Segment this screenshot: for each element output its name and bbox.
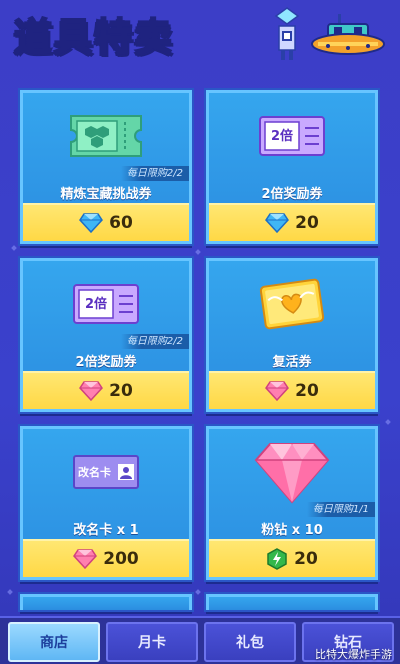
rename-card-icon: 改名卡 xyxy=(73,455,139,489)
item-name: 2倍奖励券 xyxy=(261,187,323,202)
shop-item-card[interactable]: 2倍 每日限购2/2 2倍奖励券 20 xyxy=(20,258,192,412)
user-icon xyxy=(118,464,134,480)
watermark: 比特大爆炸手游 xyxy=(315,648,392,661)
item-name: 粉钻 x 10 xyxy=(261,523,323,538)
rename-card-label: 改名卡 xyxy=(78,466,111,479)
item-name: 精炼宝藏挑战券 xyxy=(60,187,152,202)
item-name: 改名卡 x 1 xyxy=(73,523,139,538)
item-image xyxy=(209,437,375,507)
revive-ticket-icon xyxy=(259,278,325,330)
price-amount: 200 xyxy=(103,549,139,569)
blue-diamond-icon xyxy=(79,213,104,233)
double-ticket-label: 2倍 xyxy=(84,297,108,312)
purchase-limit-badge: 每日限购2/2 xyxy=(120,334,189,349)
price-button[interactable]: 60 xyxy=(23,203,189,241)
energy-icon xyxy=(267,548,287,570)
price-button[interactable]: 20 xyxy=(209,539,375,577)
ufo-decoration-icon xyxy=(311,14,385,55)
price-amount: 20 xyxy=(295,381,319,401)
double-ticket-label: 2倍 xyxy=(270,129,294,144)
double-ticket-icon: 2倍 xyxy=(73,284,139,324)
item-name: 2倍奖励券 xyxy=(75,355,137,370)
page-title: 道具特卖 xyxy=(13,14,175,60)
price-button[interactable]: 20 xyxy=(209,371,375,409)
price-button[interactable]: 20 xyxy=(209,203,375,241)
sparkle-decoration xyxy=(195,249,201,255)
robot-decoration-icon xyxy=(274,7,300,60)
sparkle-decoration xyxy=(7,589,13,595)
shop-item-card[interactable]: 每日限购2/2 精炼宝藏挑战券 60 xyxy=(20,90,192,244)
green-ticket-icon xyxy=(70,115,142,157)
double-ticket-icon: 2倍 xyxy=(259,116,325,156)
tab-monthly-card[interactable]: 月卡 xyxy=(106,622,198,662)
shop-item-card[interactable]: 改名卡 改名卡 x 1 200 xyxy=(20,426,192,580)
shop-item-card-partial[interactable] xyxy=(20,594,192,610)
price-button[interactable]: 20 xyxy=(23,371,189,409)
price-amount: 20 xyxy=(295,213,319,233)
shop-page: 道具特卖 每日限购2/2 精炼宝藏挑战券 60 2倍 2倍奖励券 20 2倍 每… xyxy=(0,0,400,664)
shop-item-card[interactable]: 每日限购1/1 粉钻 x 10 20 xyxy=(206,426,378,580)
item-image xyxy=(23,101,189,171)
pink-diamond-icon xyxy=(265,381,290,401)
purchase-limit-badge: 每日限购1/1 xyxy=(306,502,375,517)
shop-item-card-partial[interactable] xyxy=(206,594,378,610)
price-amount: 20 xyxy=(294,549,318,569)
purchase-limit-badge: 每日限购2/2 xyxy=(120,166,189,181)
item-image: 2倍 xyxy=(209,101,375,171)
shop-item-card[interactable]: 复活券 20 xyxy=(206,258,378,412)
sparkle-decoration xyxy=(385,419,391,425)
tab-shop[interactable]: 商店 xyxy=(8,622,100,662)
sparkle-decoration xyxy=(195,589,201,595)
item-image xyxy=(209,269,375,339)
price-button[interactable]: 200 xyxy=(23,539,189,577)
pink-diamond-icon xyxy=(73,549,98,569)
sparkle-decoration xyxy=(11,245,17,251)
item-image: 改名卡 xyxy=(23,437,189,507)
pink-diamond-icon xyxy=(79,381,104,401)
shop-item-card[interactable]: 2倍 2倍奖励券 20 xyxy=(206,90,378,244)
item-name: 复活券 xyxy=(272,355,312,370)
item-image: 2倍 xyxy=(23,269,189,339)
price-amount: 20 xyxy=(109,381,133,401)
pink-diamond-item-icon xyxy=(254,443,330,504)
tab-gift-pack[interactable]: 礼包 xyxy=(204,622,296,662)
blue-diamond-icon xyxy=(265,213,290,233)
header: 道具特卖 xyxy=(0,0,400,70)
price-amount: 60 xyxy=(109,213,133,233)
